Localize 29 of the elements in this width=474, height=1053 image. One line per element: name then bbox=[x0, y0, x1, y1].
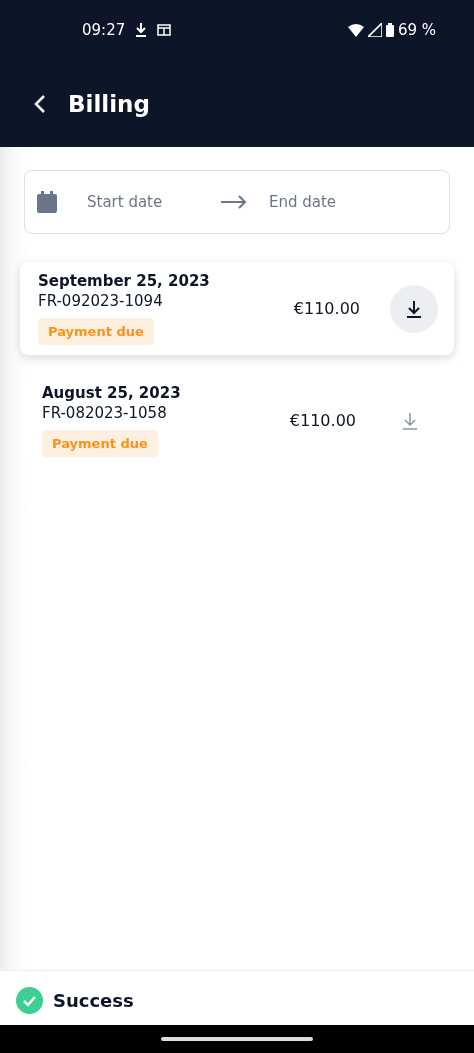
status-badge: Payment due bbox=[42, 430, 158, 457]
calendar-icon bbox=[37, 191, 57, 213]
check-circle-icon bbox=[16, 987, 43, 1014]
download-icon bbox=[406, 299, 422, 318]
page-title: Billing bbox=[68, 90, 150, 117]
invoice-number: FR-082023-1058 bbox=[42, 404, 168, 422]
download-icon bbox=[402, 411, 418, 430]
wifi-icon bbox=[347, 23, 364, 37]
download-button[interactable] bbox=[390, 284, 438, 333]
battery-icon bbox=[385, 23, 394, 37]
home-handle[interactable] bbox=[161, 1037, 313, 1041]
toast-title: Success bbox=[53, 990, 134, 1011]
window-icon bbox=[157, 24, 172, 36]
invoice-amount: €110.00 bbox=[293, 299, 360, 318]
invoice-amount: €110.00 bbox=[289, 411, 356, 430]
status-badge: Payment due bbox=[38, 318, 154, 345]
signal-icon bbox=[367, 23, 382, 37]
download-icon bbox=[135, 23, 148, 37]
invoice-number: FR-092023-1094 bbox=[38, 292, 164, 310]
chevron-left-icon bbox=[34, 93, 46, 114]
invoice-card[interactable]: September 25, 2023 FR-092023-1094 Payment due €110.00 bbox=[20, 262, 454, 355]
battery-level: 69 % bbox=[397, 21, 436, 39]
invoice-date: August 25, 2023 bbox=[42, 384, 182, 402]
invoice-date: September 25, 2023 bbox=[38, 272, 211, 290]
date-range-field[interactable]: Start date End date bbox=[24, 170, 450, 234]
clock: 09:27 bbox=[82, 21, 126, 39]
end-date-input[interactable]: End date bbox=[267, 192, 391, 212]
arrow-right-icon bbox=[221, 195, 247, 209]
start-date-input[interactable]: Start date bbox=[85, 192, 209, 212]
